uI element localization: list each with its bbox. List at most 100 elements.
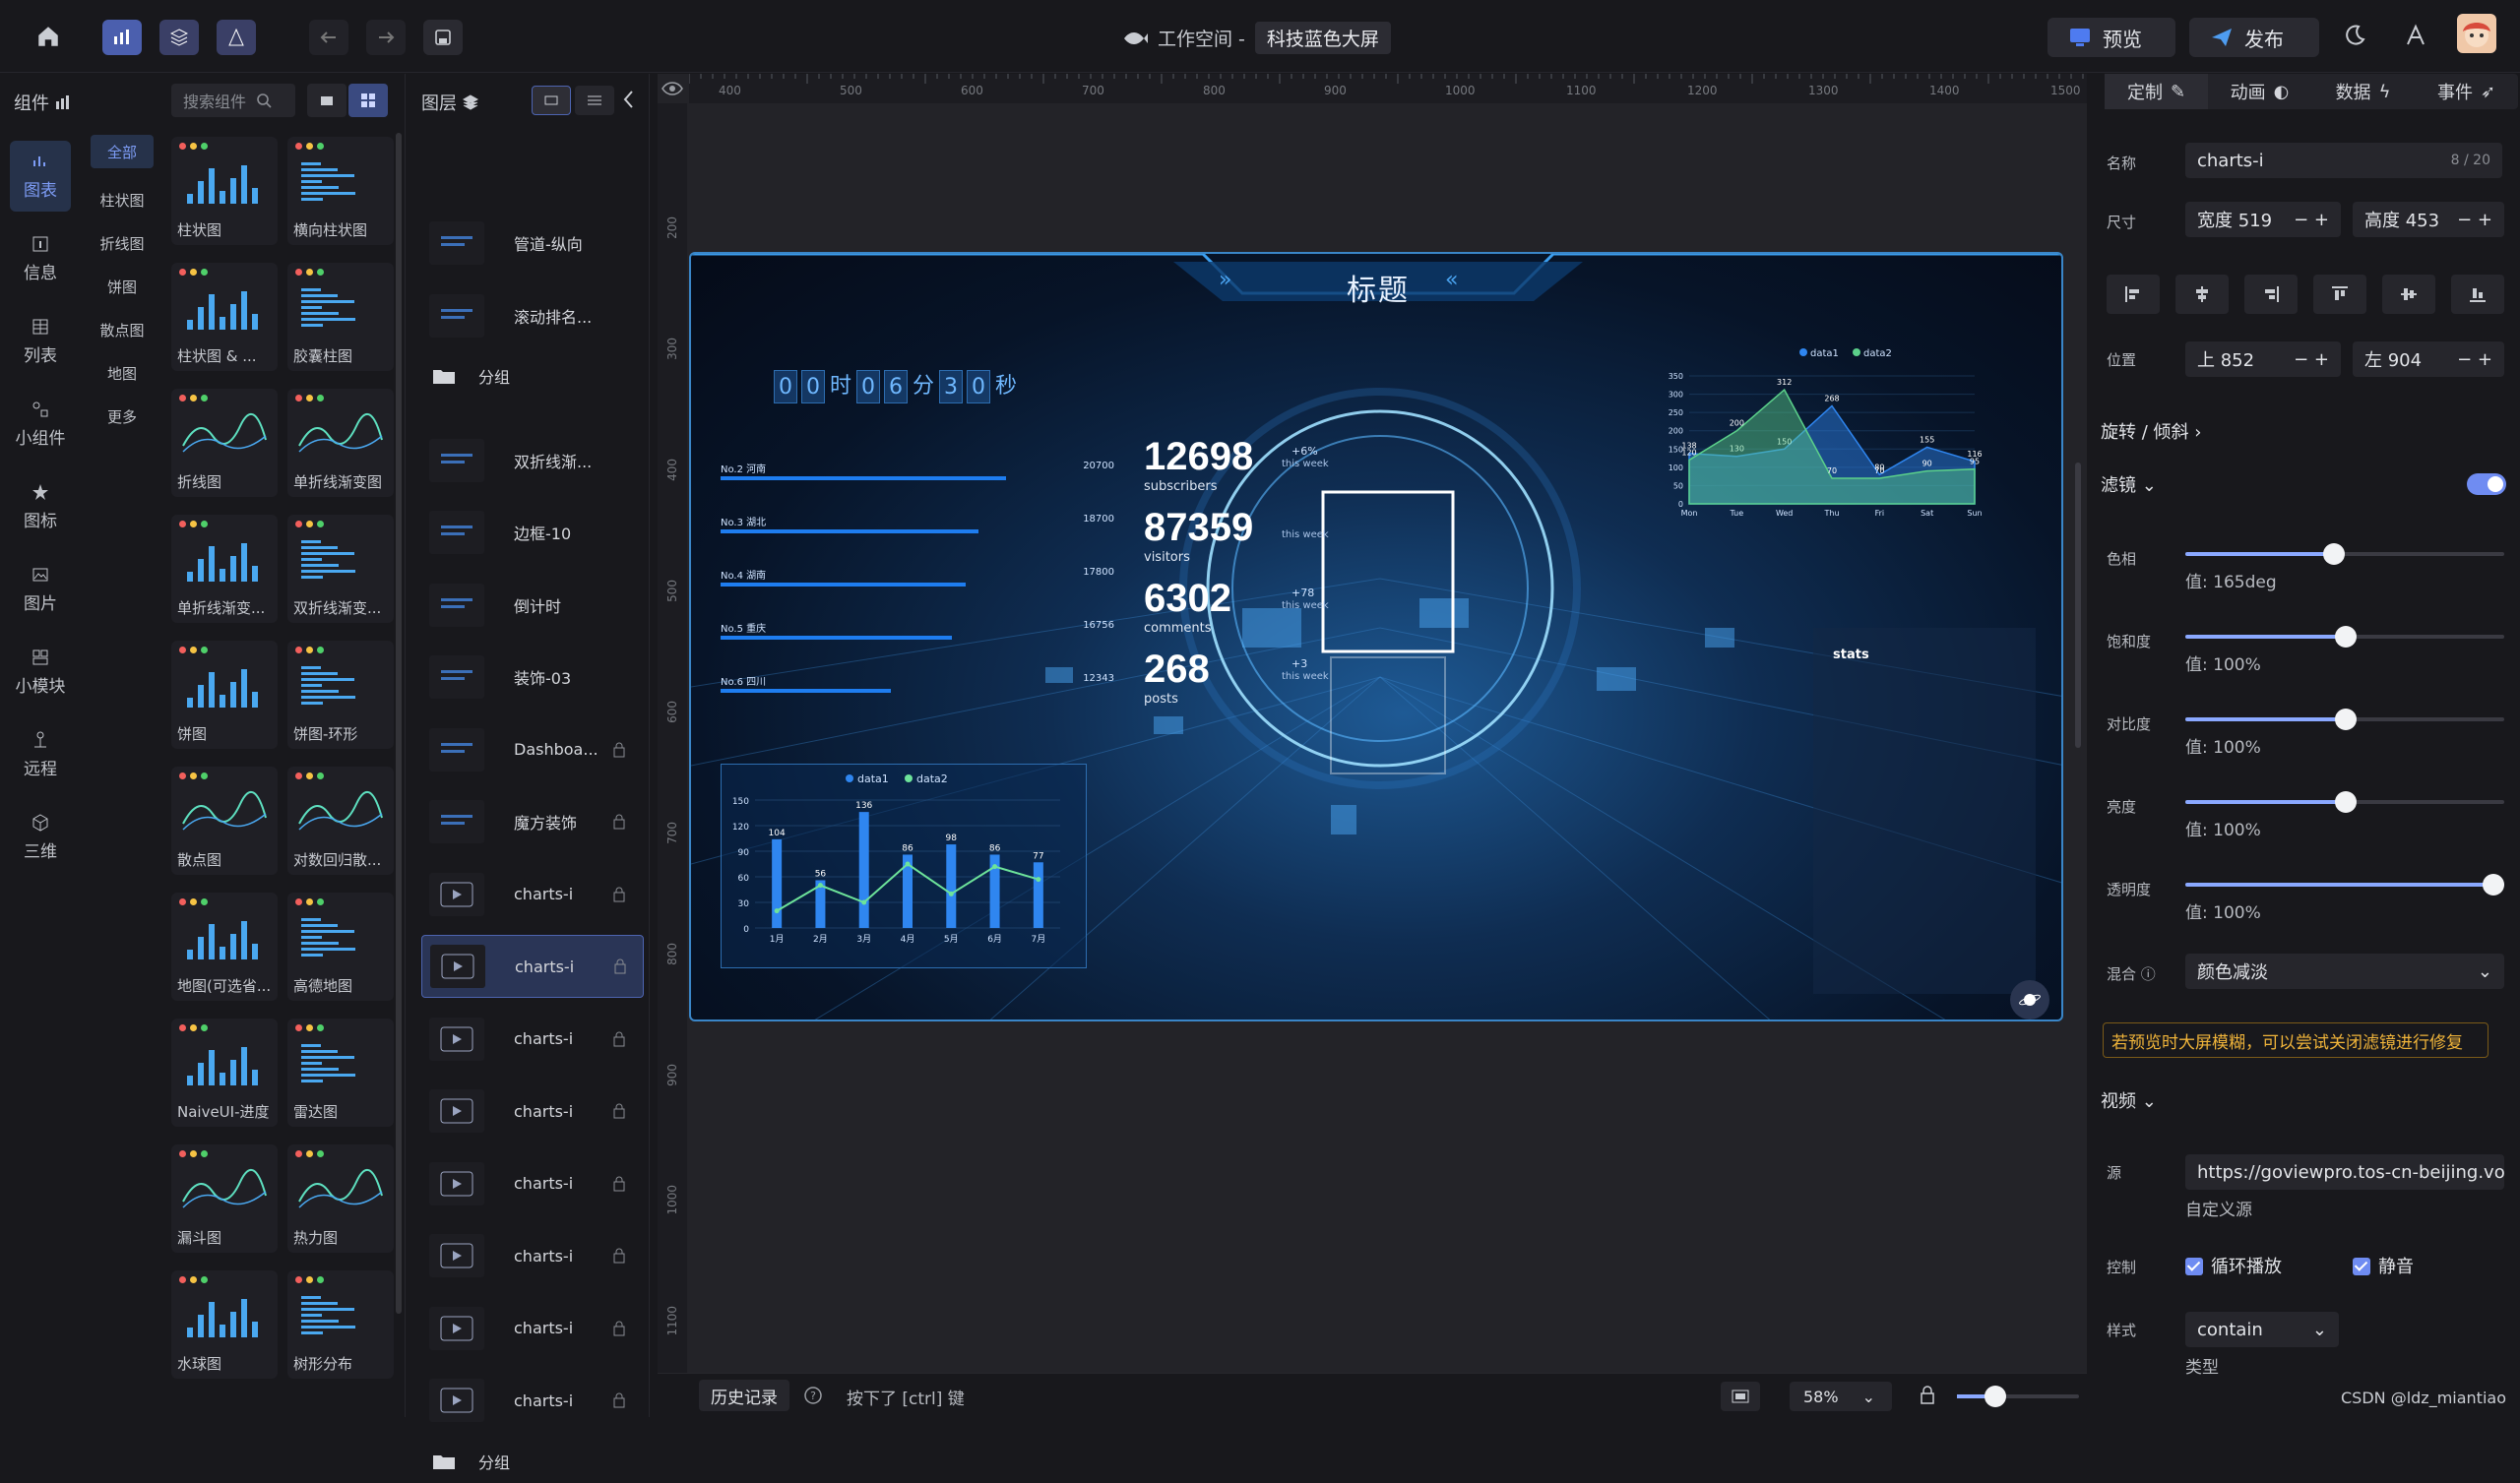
category-info[interactable]: 信息 <box>10 223 71 294</box>
height-input[interactable]: 高度 453− + <box>2353 202 2504 237</box>
tab-bolt[interactable]: 数据 ϟ <box>2311 74 2415 109</box>
single-view-icon[interactable] <box>307 84 346 117</box>
hue-slider[interactable] <box>2185 543 2504 565</box>
component-card[interactable]: 饼图-环形 <box>287 641 394 749</box>
lock-icon[interactable] <box>612 1320 626 1337</box>
component-card[interactable]: 热力图 <box>287 1144 394 1253</box>
moon-icon[interactable] <box>2343 24 2366 47</box>
lock-icon[interactable] <box>1920 1386 1935 1405</box>
layer-item[interactable]: charts-i <box>421 935 644 998</box>
top-input[interactable]: 上 852− + <box>2185 341 2341 377</box>
component-card[interactable]: 单折线渐变... <box>171 515 278 623</box>
home-icon[interactable] <box>35 24 61 49</box>
category-remote[interactable]: 远程 <box>10 719 71 790</box>
component-card[interactable]: 柱状图 & ... <box>171 263 278 371</box>
lock-icon[interactable] <box>612 813 626 831</box>
opacity-slider[interactable] <box>2185 874 2504 896</box>
component-card[interactable]: 单折线渐变图 <box>287 389 394 497</box>
thumbnail-mode-icon[interactable] <box>532 86 571 115</box>
planet-icon[interactable] <box>2010 980 2049 1020</box>
language-icon[interactable] <box>2404 24 2427 47</box>
filter-toggle[interactable] <box>2467 473 2506 495</box>
filter-section[interactable]: 滤镜 ⌄ <box>2101 471 2157 497</box>
save-button[interactable] <box>423 20 463 55</box>
component-card[interactable]: 地图(可选省... <box>171 893 278 1001</box>
history-button[interactable]: 历史记录 <box>699 1380 789 1411</box>
subcategory-item[interactable]: 柱状图 <box>91 178 154 221</box>
publish-button[interactable]: 发布 <box>2189 18 2319 57</box>
lock-icon[interactable] <box>612 741 626 759</box>
component-card[interactable]: 柱状图 <box>171 137 278 245</box>
rotate-section[interactable]: 旋转 / 倾斜 › <box>2101 418 2201 444</box>
tab-wrench[interactable]: 定制 ✎ <box>2105 74 2208 109</box>
layer-item[interactable]: charts-i <box>421 1297 644 1360</box>
lock-icon[interactable] <box>613 958 627 975</box>
chart-panel-toggle[interactable] <box>102 20 142 55</box>
lock-icon[interactable] <box>612 1175 626 1193</box>
layers-panel-toggle[interactable] <box>159 20 199 55</box>
component-card[interactable]: 散点图 <box>171 767 278 875</box>
layer-item[interactable]: charts-i <box>421 1224 644 1287</box>
blend-select[interactable]: 颜色减淡 ⌄ <box>2185 954 2504 989</box>
component-card[interactable]: 折线图 <box>171 389 278 497</box>
align-left-icon[interactable] <box>2107 275 2160 314</box>
subcategory-item[interactable]: 全部 <box>91 135 154 168</box>
search-input[interactable]: 搜索组件 <box>171 84 295 117</box>
layer-group[interactable]: 分组 <box>421 356 644 396</box>
loop-checkbox[interactable]: 循环播放 <box>2185 1253 2282 1278</box>
align-right-icon[interactable] <box>2244 275 2298 314</box>
zoom-select[interactable]: 58% ⌄ <box>1790 1382 1892 1411</box>
detail-panel-toggle[interactable] <box>217 20 256 55</box>
canvas-scrollbar[interactable] <box>2075 463 2081 748</box>
avatar[interactable] <box>2457 14 2496 53</box>
preview-button[interactable]: 预览 <box>2048 18 2175 57</box>
subcategory-item[interactable]: 饼图 <box>91 265 154 308</box>
layer-item[interactable]: 滚动排名... <box>421 284 644 347</box>
layer-item[interactable]: charts-i <box>421 1152 644 1215</box>
source-input[interactable]: https://goviewpro.tos-cn-beijing.vol <box>2185 1154 2504 1190</box>
dashboard-preview[interactable]: 标题 » « 00时06分30秒 No.2 河南 20700 No.3 湖北 1870… <box>689 252 2063 1021</box>
style-select[interactable]: contain ⌄ <box>2185 1312 2339 1347</box>
category-module[interactable]: 小模块 <box>10 637 71 708</box>
category-widget[interactable]: 小组件 <box>10 389 71 460</box>
left-input[interactable]: 左 904− + <box>2353 341 2504 377</box>
layer-item[interactable]: 双折线渐... <box>421 429 644 492</box>
component-card[interactable]: 饼图 <box>171 641 278 749</box>
component-card[interactable]: 对数回归散... <box>287 767 394 875</box>
layer-item[interactable]: 管道-纵向 <box>421 212 644 275</box>
contrast-slider[interactable] <box>2185 709 2504 730</box>
layer-item[interactable]: 边框-10 <box>421 501 644 564</box>
category-star[interactable]: 图标 <box>10 471 71 542</box>
zoom-slider[interactable] <box>1957 1386 2079 1407</box>
layer-item[interactable]: charts-i <box>421 863 644 926</box>
category-chart[interactable]: 图表 <box>10 141 71 212</box>
lock-icon[interactable] <box>612 1030 626 1048</box>
panel-scrollbar[interactable] <box>396 133 402 1314</box>
collapse-panel-icon[interactable] <box>622 90 636 109</box>
saturation-slider[interactable] <box>2185 626 2504 648</box>
tab-rocket[interactable]: 事件 ➶ <box>2415 74 2518 109</box>
project-name[interactable]: 科技蓝色大屏 <box>1254 22 1391 54</box>
align-bottom-icon[interactable] <box>2451 275 2504 314</box>
layer-item[interactable]: charts-i <box>421 1080 644 1143</box>
grid-view-icon[interactable] <box>348 84 388 117</box>
layer-item[interactable]: 倒计时 <box>421 574 644 637</box>
lock-icon[interactable] <box>612 886 626 903</box>
subcategory-item[interactable]: 更多 <box>91 395 154 438</box>
component-card[interactable]: 双折线渐变... <box>287 515 394 623</box>
fit-screen-icon[interactable] <box>1721 1382 1760 1411</box>
width-input[interactable]: 宽度 519− + <box>2185 202 2341 237</box>
lock-icon[interactable] <box>612 1102 626 1120</box>
video-section[interactable]: 视频 ⌄ <box>2101 1087 2157 1113</box>
category-table[interactable]: 列表 <box>10 306 71 377</box>
subcategory-item[interactable]: 地图 <box>91 351 154 395</box>
layer-group[interactable]: 分组 <box>421 1442 644 1481</box>
brightness-slider[interactable] <box>2185 791 2504 813</box>
layer-item[interactable]: 魔方装饰 <box>421 790 644 853</box>
list-mode-icon[interactable] <box>575 86 614 115</box>
align-center-v-icon[interactable] <box>2382 275 2435 314</box>
component-card[interactable]: 水球图 <box>171 1270 278 1379</box>
component-card[interactable]: 胶囊柱图 <box>287 263 394 371</box>
subcategory-item[interactable]: 折线图 <box>91 221 154 265</box>
help-icon[interactable]: ? <box>803 1386 823 1405</box>
